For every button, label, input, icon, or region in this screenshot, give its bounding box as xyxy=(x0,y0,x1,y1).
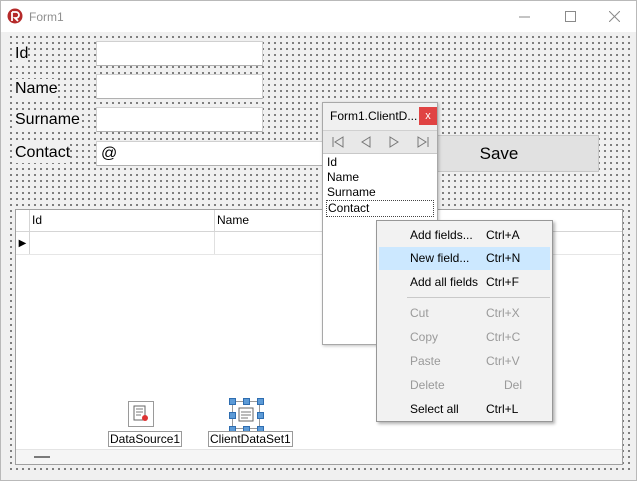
maximize-button[interactable] xyxy=(547,1,593,32)
navigator-bar xyxy=(323,130,437,154)
field-item-contact[interactable]: Contact xyxy=(326,200,434,217)
selection-handle[interactable] xyxy=(243,398,250,405)
datasource-caption: DataSource1 xyxy=(108,431,183,447)
fields-editor-close-button[interactable]: x xyxy=(419,107,437,125)
menu-item-shortcut: Ctrl+C xyxy=(486,330,521,344)
menu-item-shortcut: Ctrl+L xyxy=(486,402,519,416)
prior-record-button[interactable] xyxy=(357,134,375,150)
clientdataset-icon xyxy=(232,401,260,429)
selection-handle[interactable] xyxy=(229,398,236,405)
scrollbar-thumb[interactable] xyxy=(34,456,50,458)
minimize-icon xyxy=(518,16,530,18)
menu-item-label: Copy xyxy=(410,330,439,344)
field-item-id[interactable]: Id xyxy=(326,155,438,170)
menu-item-label: Add fields... xyxy=(410,228,473,242)
menu-item-copy[interactable]: Copy Ctrl+C xyxy=(379,326,550,349)
menu-item-shortcut: Ctrl+N xyxy=(486,251,521,265)
first-record-icon xyxy=(332,136,344,148)
menu-separator xyxy=(407,297,550,298)
name-field[interactable] xyxy=(96,74,263,99)
selection-handle[interactable] xyxy=(257,398,264,405)
menu-item-shortcut: Ctrl+A xyxy=(486,228,520,242)
fields-editor-title: Form1.ClientD... xyxy=(330,109,418,123)
fields-list[interactable]: Id Name Surname Contact xyxy=(326,155,438,217)
menu-item-shortcut: Ctrl+X xyxy=(486,306,520,320)
last-record-button[interactable] xyxy=(414,134,432,150)
close-icon xyxy=(608,11,620,22)
menu-item-select-all[interactable]: Select all Ctrl+L xyxy=(379,398,550,421)
last-record-icon xyxy=(417,136,429,148)
menu-item-label: Paste xyxy=(410,354,441,368)
menu-item-new-field[interactable]: New field... Ctrl+N xyxy=(379,247,550,270)
datasource-icon xyxy=(128,401,154,427)
close-button[interactable] xyxy=(591,1,637,32)
next-record-button[interactable] xyxy=(385,134,403,150)
menu-item-shortcut: Ctrl+F xyxy=(486,275,519,289)
field-item-name[interactable]: Name xyxy=(326,170,438,185)
label-id: Id xyxy=(15,44,29,64)
label-name: Name xyxy=(15,79,58,99)
grid-column-name[interactable]: Name xyxy=(214,210,324,231)
context-menu: Add fields... Ctrl+A New field... Ctrl+N… xyxy=(376,220,553,422)
menu-item-label: Cut xyxy=(410,306,429,320)
label-surname: Surname xyxy=(15,110,80,130)
clientdataset-caption: ClientDataSet1 xyxy=(208,431,293,447)
grid-header-indicator xyxy=(16,210,30,231)
grid-column-id[interactable]: Id xyxy=(29,210,215,231)
menu-item-delete[interactable]: Delete Del xyxy=(379,374,550,397)
fields-editor-titlebar[interactable]: Form1.ClientD... x xyxy=(323,103,437,130)
main-window: Form1 Id Name Surname Contact @ Save Id … xyxy=(0,0,637,481)
menu-item-add-fields[interactable]: Add fields... Ctrl+A xyxy=(379,224,550,247)
grid-horizontal-scrollbar[interactable] xyxy=(16,449,622,464)
menu-item-label: Select all xyxy=(410,402,459,416)
menu-item-paste[interactable]: Paste Ctrl+V xyxy=(379,350,550,373)
prior-record-icon xyxy=(361,136,371,148)
menu-item-cut[interactable]: Cut Ctrl+X xyxy=(379,302,550,325)
menu-item-shortcut: Del xyxy=(504,378,523,392)
menu-item-label: Delete xyxy=(410,378,445,392)
title-bar[interactable]: Form1 xyxy=(1,1,636,32)
first-record-button[interactable] xyxy=(329,134,347,150)
menu-item-label: New field... xyxy=(410,251,470,265)
contact-field[interactable]: @ xyxy=(96,141,326,166)
menu-item-label: Add all fields xyxy=(410,275,479,289)
app-icon xyxy=(7,8,23,24)
id-field[interactable] xyxy=(96,41,263,66)
menu-item-add-all-fields[interactable]: Add all fields Ctrl+F xyxy=(379,271,550,294)
field-item-surname[interactable]: Surname xyxy=(326,185,438,200)
maximize-icon xyxy=(564,11,576,22)
minimize-button[interactable] xyxy=(501,1,547,32)
selection-handle[interactable] xyxy=(229,412,236,419)
menu-item-shortcut: Ctrl+V xyxy=(486,354,520,368)
selection-handle[interactable] xyxy=(257,412,264,419)
window-title: Form1 xyxy=(29,10,64,24)
grid-cell-divider xyxy=(214,232,215,254)
label-contact: Contact xyxy=(15,143,71,163)
surname-field[interactable] xyxy=(96,107,263,132)
next-record-icon xyxy=(389,136,399,148)
row-indicator-icon: ▶ xyxy=(16,232,30,254)
